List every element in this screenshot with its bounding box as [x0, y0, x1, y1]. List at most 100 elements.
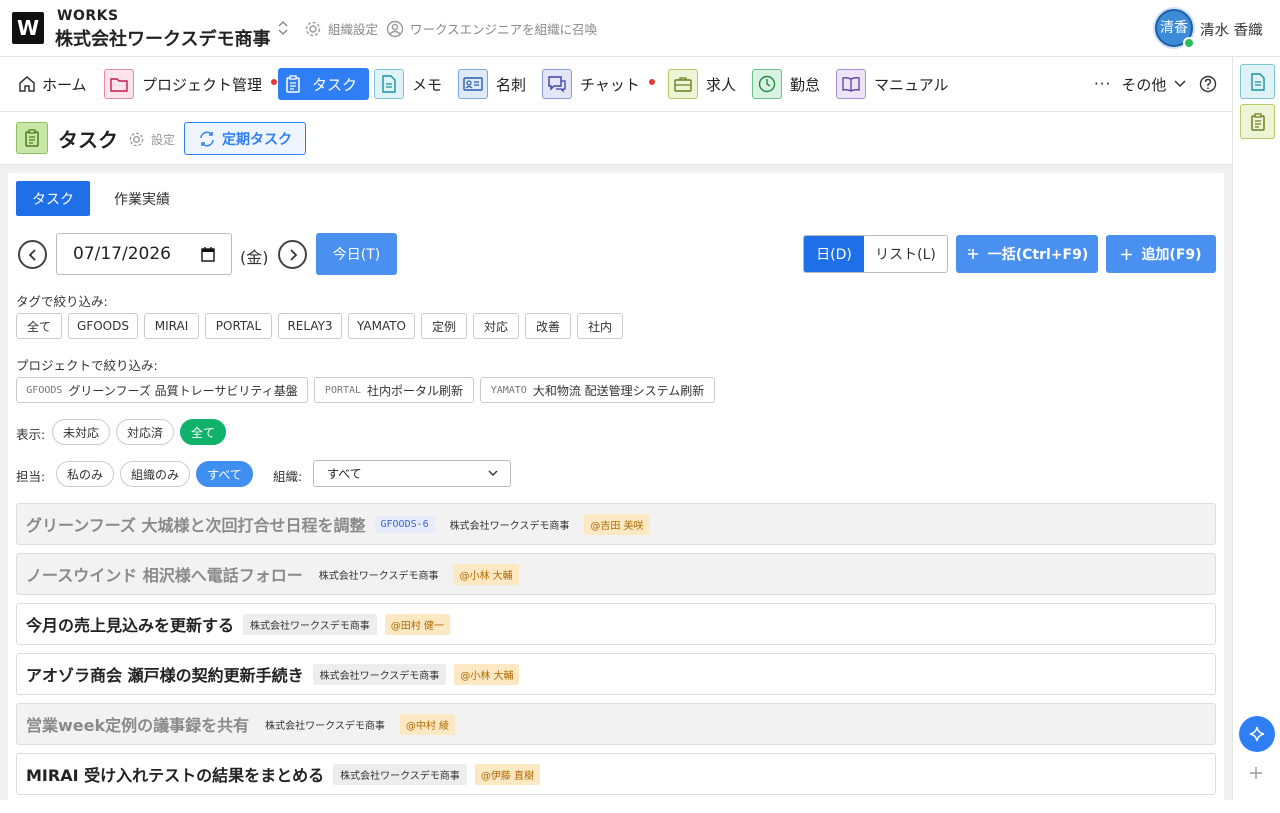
- main-nav: ホーム プロジェクト管理 タスク メモ 名刺 チャット 求人 勤怠 マニュアル …: [0, 57, 1232, 112]
- nav-more-label: その他: [1121, 75, 1167, 94]
- display-all-pill[interactable]: 全て: [180, 419, 226, 445]
- add-task-button[interactable]: 追加(F9): [1106, 235, 1216, 273]
- project-chip[interactable]: GFOODS グリーンフーズ 品質トレーサビリティ基盤: [16, 377, 308, 403]
- nav-more-menu[interactable]: ··· その他: [1094, 68, 1186, 100]
- task-row[interactable]: グリーンフーズ 大城様と次回打合せ日程を調整 GFOODS-6 株式会社ワークス…: [16, 503, 1216, 545]
- task-org-badge: 株式会社ワークスデモ商事: [333, 763, 467, 785]
- user-name[interactable]: 清水 香織: [1200, 19, 1263, 40]
- nav-label: チャット: [580, 75, 640, 94]
- nav-item-attendance[interactable]: 勤怠: [752, 68, 820, 100]
- next-day-button[interactable]: [278, 240, 307, 269]
- task-title[interactable]: MIRAI 受け入れテストの結果をまとめる: [26, 762, 324, 786]
- help-icon: [1199, 75, 1217, 93]
- task-row[interactable]: MIRAI 受け入れテストの結果をまとめる 株式会社ワークスデモ商事 @伊藤 直…: [16, 753, 1216, 795]
- tag-chip[interactable]: 社内: [577, 313, 623, 339]
- notification-dot: [648, 79, 655, 85]
- nav-item-memo[interactable]: メモ: [374, 68, 442, 100]
- memo-icon: [374, 69, 404, 99]
- gear-icon: [128, 131, 145, 148]
- nav-item-cards[interactable]: 名刺: [458, 68, 526, 100]
- assistant-fab-button[interactable]: [1239, 716, 1275, 752]
- tag-filter-label: タグで絞り込み:: [16, 294, 108, 309]
- memo-icon: [1250, 72, 1266, 91]
- display-pending-pill[interactable]: 未対応: [52, 419, 110, 445]
- tag-chip[interactable]: RELAY3: [278, 313, 342, 339]
- folder-icon: [104, 69, 134, 99]
- assignee-me-pill[interactable]: 私のみ: [56, 461, 114, 487]
- assignee-filter-label: 担当:: [16, 469, 46, 484]
- tag-chip[interactable]: YAMATO: [348, 313, 415, 339]
- invite-engineer-link[interactable]: ワークスエンジニアを組織に召喚: [386, 19, 597, 38]
- bulk-add-button[interactable]: 一括(Ctrl+F9): [956, 235, 1098, 273]
- task-code-badge: GFOODS-6: [374, 515, 435, 533]
- add-shortcut-plus-icon[interactable]: [1249, 766, 1263, 780]
- nav-label: マニュアル: [874, 75, 949, 94]
- nav-item-tasks[interactable]: タスク: [278, 68, 370, 100]
- tag-chip[interactable]: 全て: [16, 313, 62, 339]
- task-row[interactable]: 今月の売上見込みを更新する 株式会社ワークスデモ商事 @田村 健一: [16, 603, 1216, 645]
- project-code: PORTAL: [324, 384, 362, 396]
- task-row[interactable]: ノースウインド 相沢様へ電話フォロー 株式会社ワークスデモ商事 @小林 大輔: [16, 553, 1216, 595]
- org-settings-link[interactable]: 組織設定: [304, 19, 378, 38]
- task-title[interactable]: グリーンフーズ 大城様と次回打合せ日程を調整: [26, 512, 366, 536]
- tag-chip[interactable]: 定例: [421, 313, 467, 339]
- clipboard-icon: [16, 122, 48, 154]
- tag-chip[interactable]: 改善: [525, 313, 571, 339]
- tag-chip[interactable]: GFOODS: [68, 313, 138, 339]
- org-settings-label: 組織設定: [328, 22, 379, 37]
- assignee-org-pill[interactable]: 組織のみ: [120, 461, 190, 487]
- brand-name: WORKS: [57, 8, 119, 24]
- project-name: 大和物流 配送管理システム刷新: [532, 383, 705, 398]
- assignee-all-pill[interactable]: すべて: [196, 461, 253, 487]
- task-title[interactable]: ノースウインド 相沢様へ電話フォロー: [26, 562, 303, 586]
- tag-chip[interactable]: 対応: [473, 313, 519, 339]
- task-org-badge: 株式会社ワークスデモ商事: [265, 720, 385, 732]
- top-header: W WORKS 株式会社ワークスデモ商事 組織設定 ワークスエンジニアを組織に召…: [0, 0, 1280, 57]
- tag-chip[interactable]: MIRAI: [144, 313, 199, 339]
- page-settings-link[interactable]: 設定: [128, 131, 175, 148]
- project-chip[interactable]: PORTAL 社内ポータル刷新: [314, 377, 474, 403]
- nav-item-jobs[interactable]: 求人: [668, 68, 736, 100]
- task-row[interactable]: 営業week定例の議事録を共有 株式会社ワークスデモ商事 @中村 綾: [16, 703, 1216, 745]
- chat-icon: [542, 69, 572, 99]
- task-org-badge: 株式会社ワークスデモ商事: [243, 613, 377, 635]
- task-title[interactable]: 今月の売上見込みを更新する: [26, 612, 234, 636]
- nav-item-manual[interactable]: マニュアル: [836, 68, 949, 100]
- plus-icon: [1120, 248, 1133, 261]
- rail-task-button[interactable]: [1240, 104, 1275, 139]
- display-done-pill[interactable]: 対応済: [116, 419, 174, 445]
- org-select-value: すべて: [327, 467, 362, 481]
- prev-day-button[interactable]: [18, 240, 47, 269]
- org-switch-chevron-icon[interactable]: [277, 20, 289, 36]
- home-icon: [12, 69, 42, 99]
- task-org-badge: 株式会社ワークスデモ商事: [318, 570, 439, 582]
- page-title-bar: タスク 設定 定期タスク: [0, 112, 1232, 165]
- tag-chip[interactable]: PORTAL: [205, 313, 272, 339]
- task-assignee-badge: @小林 大輔: [453, 563, 519, 585]
- recurring-tasks-button[interactable]: 定期タスク: [184, 122, 306, 155]
- tab-work-records[interactable]: 作業実績: [104, 181, 180, 216]
- help-button[interactable]: [1199, 68, 1217, 100]
- task-title[interactable]: 営業week定例の議事録を共有: [26, 712, 249, 736]
- today-button[interactable]: 今日(T): [316, 233, 397, 275]
- date-input[interactable]: 07/17/2026: [56, 233, 232, 275]
- org-name[interactable]: 株式会社ワークスデモ商事: [55, 25, 270, 51]
- task-row[interactable]: アオゾラ商会 瀬戸様の契約更新手続き 株式会社ワークスデモ商事 @小林 大輔: [16, 653, 1216, 695]
- view-day-button[interactable]: 日(D): [804, 236, 864, 272]
- nav-item-chat[interactable]: チャット: [542, 68, 655, 100]
- nav-label: 勤怠: [790, 75, 821, 94]
- nav-item-projects[interactable]: プロジェクト管理: [104, 68, 278, 100]
- gear-icon: [304, 20, 322, 38]
- org-select[interactable]: すべて: [313, 460, 511, 487]
- task-title[interactable]: アオゾラ商会 瀬戸様の契約更新手続き: [26, 662, 304, 686]
- nav-item-home[interactable]: ホーム: [12, 68, 87, 100]
- calendar-icon[interactable]: [201, 247, 215, 262]
- rail-memo-button[interactable]: [1240, 64, 1275, 99]
- view-list-button[interactable]: リスト(L): [864, 236, 947, 272]
- app-logo[interactable]: W: [12, 12, 44, 44]
- nav-label: プロジェクト管理: [142, 75, 263, 94]
- project-chip[interactable]: YAMATO 大和物流 配送管理システム刷新: [480, 377, 715, 403]
- refresh-icon: [198, 131, 216, 147]
- tab-tasks[interactable]: タスク: [16, 181, 90, 216]
- nav-label: 求人: [706, 75, 737, 94]
